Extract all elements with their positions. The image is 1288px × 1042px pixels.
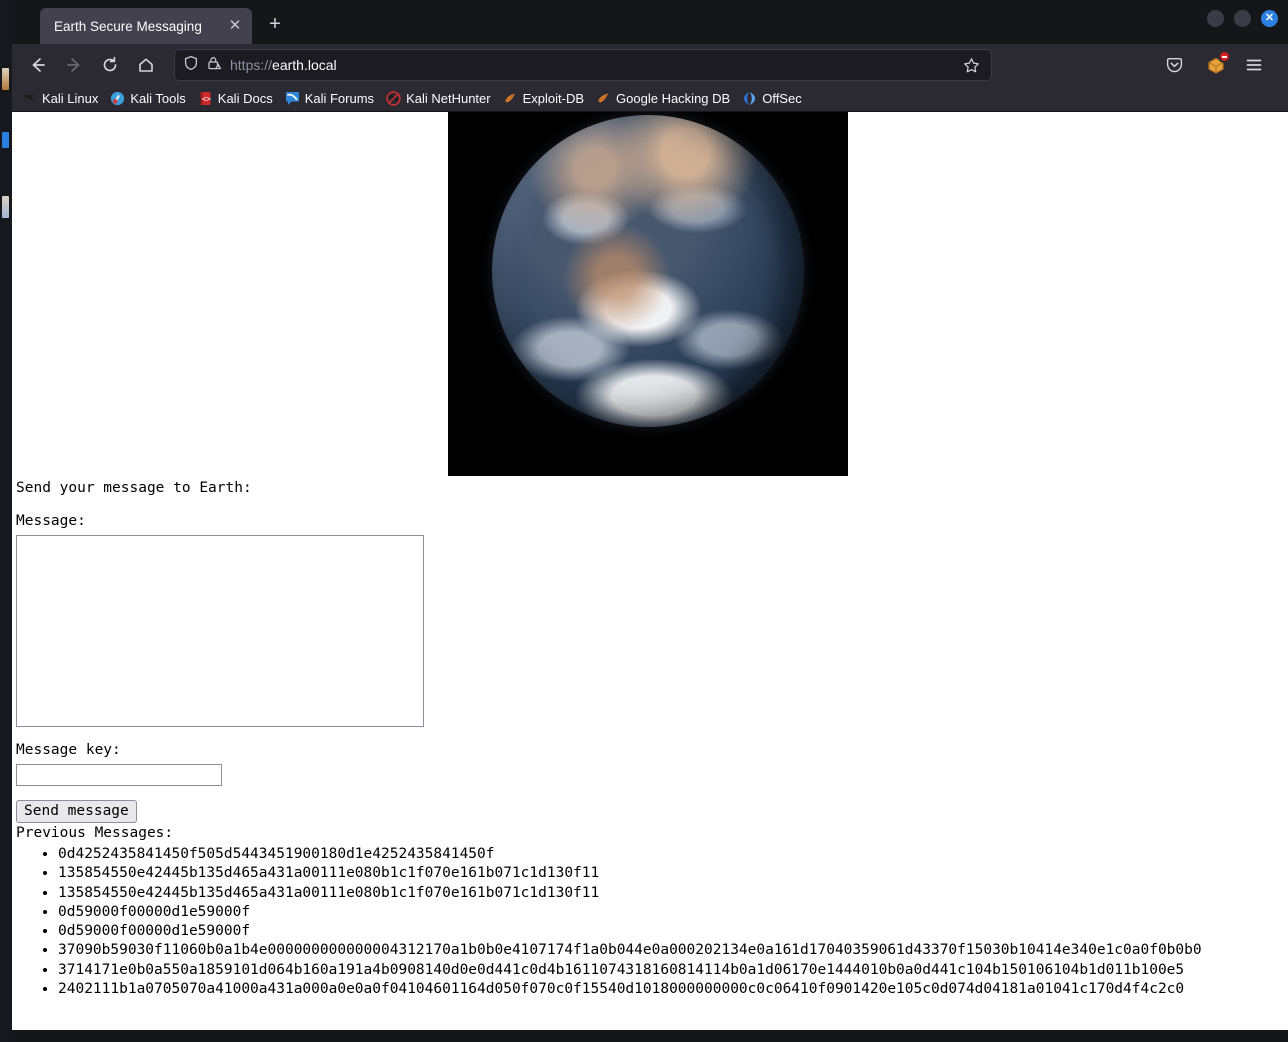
tab-strip: Earth Secure Messaging ✕ + ✕ (12, 0, 1288, 44)
url-scheme: https:// (230, 57, 273, 73)
bookmark-label: Kali Tools (130, 91, 186, 106)
window-bottom-edge (0, 1030, 1288, 1042)
bookmark-kali-forums[interactable]: Kali Forums (279, 89, 380, 108)
message-form-section: Send your message to Earth: Message: Mes… (16, 478, 1286, 999)
svg-text:<>: <> (202, 94, 212, 103)
forward-icon[interactable] (58, 49, 90, 81)
dock-icon-2[interactable] (2, 132, 9, 148)
close-icon[interactable]: ✕ (224, 15, 246, 37)
list-item: 2402111b1a0705070a41000a431a000a0e0a0f04… (58, 980, 1286, 999)
save-to-pocket-icon[interactable] (1158, 49, 1190, 81)
google-hacking-db-icon (596, 91, 611, 106)
home-icon[interactable] (130, 49, 162, 81)
earth-globe-graphic (492, 115, 804, 427)
list-item: 0d59000f00000d1e59000f (58, 903, 1286, 922)
bookmark-star-icon[interactable] (959, 53, 983, 77)
send-message-button[interactable]: Send message (16, 800, 137, 823)
back-icon[interactable] (22, 49, 54, 81)
bookmark-kali-linux[interactable]: Kali Linux (16, 89, 104, 108)
bookmark-label: Google Hacking DB (616, 91, 731, 106)
bookmark-offsec[interactable]: OffSec (736, 89, 808, 108)
kali-tools-icon (110, 91, 125, 106)
bookmark-label: Kali Forums (304, 91, 375, 106)
kali-forums-icon (285, 91, 300, 106)
bookmark-kali-nethunter[interactable]: Kali NetHunter (380, 89, 497, 108)
extension-icon[interactable] (1204, 50, 1231, 77)
bookmark-exploit-db[interactable]: Exploit-DB (497, 89, 590, 108)
list-item: 0d4252435841450f505d5443451900180d1e4252… (58, 845, 1286, 864)
previous-messages-list: 0d4252435841450f505d5443451900180d1e4252… (16, 845, 1286, 999)
list-item: 0d59000f00000d1e59000f (58, 922, 1286, 941)
offsec-icon (742, 91, 757, 106)
desktop-dock-strip (0, 0, 12, 1042)
bookmark-label: Kali NetHunter (406, 91, 491, 106)
list-item: 3714171e0b0a550a1859101d064b160a191a4b09… (58, 961, 1286, 980)
kali-dragon-icon (22, 91, 37, 106)
bookmark-label: OffSec (762, 91, 802, 106)
list-item: 135854550e42445b135d465a431a00111e080b1c… (58, 864, 1286, 883)
lock-warning-icon[interactable] (206, 55, 222, 76)
bookmark-kali-docs[interactable]: <> Kali Docs (192, 89, 279, 108)
window-controls: ✕ (1207, 10, 1278, 27)
bookmark-google-hacking-db[interactable]: Google Hacking DB (590, 89, 736, 108)
tab-earth-secure-messaging[interactable]: Earth Secure Messaging ✕ (40, 8, 252, 44)
message-key-label: Message key: (16, 742, 121, 758)
list-item: 37090b59030f11060b0a1b4e0000000000000043… (58, 941, 1286, 960)
kali-nethunter-icon (386, 91, 401, 106)
list-item: 135854550e42445b135d465a431a00111e080b1c… (58, 884, 1286, 903)
extension-badge (1218, 50, 1231, 63)
navigation-toolbar: https://earth.local (12, 44, 1288, 86)
earth-image (448, 112, 848, 476)
dock-icon-3[interactable] (2, 196, 9, 218)
message-key-input[interactable] (16, 764, 222, 786)
shield-icon[interactable] (183, 55, 199, 76)
page-content: Send your message to Earth: Message: Mes… (12, 112, 1288, 1030)
hamburger-menu-icon[interactable] (1238, 49, 1270, 81)
dock-icon-1[interactable] (2, 68, 9, 90)
kali-docs-icon: <> (198, 91, 213, 106)
message-label: Message: (16, 513, 86, 529)
browser-window: Earth Secure Messaging ✕ + ✕ https://ear… (12, 0, 1288, 1042)
bookmark-label: Kali Linux (42, 91, 99, 106)
toolbar-right-actions (1158, 49, 1278, 81)
window-close-button[interactable]: ✕ (1261, 10, 1278, 27)
bookmark-label: Exploit-DB (522, 91, 585, 106)
url-host: earth.local (272, 57, 337, 73)
exploit-db-icon (503, 91, 518, 106)
bookmarks-bar: Kali Linux Kali Tools <> Kali Docs Kali … (12, 86, 1288, 112)
maximize-button[interactable] (1234, 10, 1251, 27)
new-tab-icon[interactable]: + (260, 10, 290, 40)
bookmark-label: Kali Docs (217, 91, 273, 106)
tab-title: Earth Secure Messaging (54, 18, 202, 34)
message-input[interactable] (16, 535, 424, 727)
url-text[interactable]: https://earth.local (230, 57, 959, 73)
previous-messages-heading: Previous Messages: (16, 825, 174, 841)
page-heading: Send your message to Earth: (16, 480, 252, 496)
url-bar[interactable]: https://earth.local (174, 49, 992, 81)
minimize-button[interactable] (1207, 10, 1224, 27)
bookmark-kali-tools[interactable]: Kali Tools (104, 89, 191, 108)
reload-icon[interactable] (94, 49, 126, 81)
